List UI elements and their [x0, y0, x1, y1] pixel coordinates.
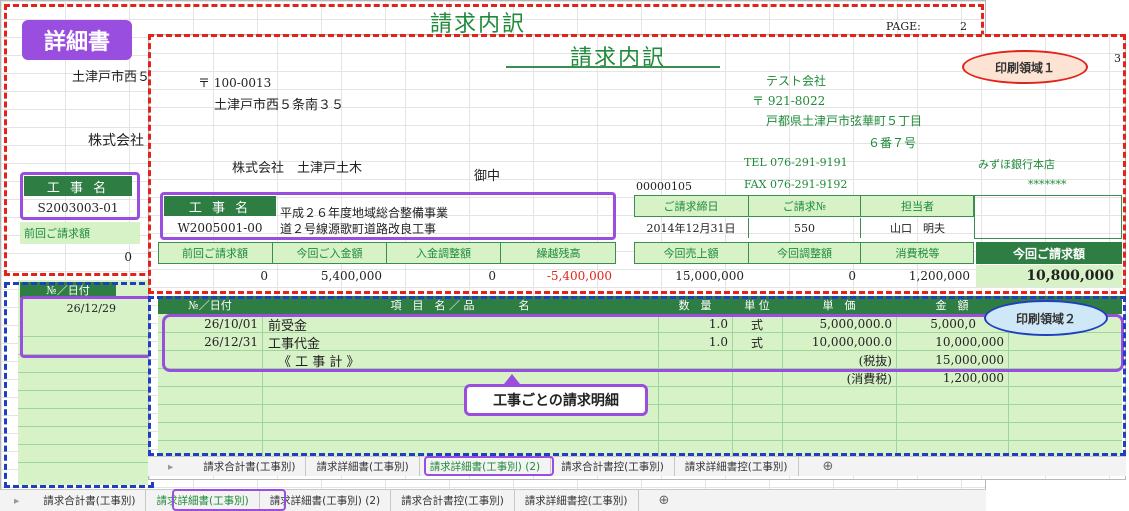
tab-detail[interactable]: 請求詳細書(工事別): [306, 457, 420, 476]
back-tab-summary-copy[interactable]: 請求合計書控(工事別): [391, 490, 515, 511]
front-sheet-tabs: ▸ 請求合計書(工事別) 請求詳細書(工事別) 請求詳細書(工事別) (2) 請…: [148, 456, 1126, 476]
back-sheet-tabs: ▸ 請求合計書(工事別) 請求詳細書(工事別) 請求詳細書(工事別) (2) 請…: [0, 489, 986, 511]
back-tab-summary[interactable]: 請求合計書(工事別): [33, 490, 147, 511]
print-area-2-front: [148, 296, 1126, 456]
chevron-right-icon[interactable]: ▸: [148, 461, 193, 473]
back-tab-detail-copy[interactable]: 請求詳細書控(工事別): [515, 490, 639, 511]
tab-summary-copy[interactable]: 請求合計書控(工事別): [551, 457, 675, 476]
front-tab-highlight: [424, 456, 554, 476]
tab-summary[interactable]: 請求合計書(工事別): [193, 457, 307, 476]
callout-pointer: [504, 374, 520, 384]
chevron-right-icon[interactable]: ▸: [0, 495, 33, 507]
back-tab-highlight: [172, 489, 286, 511]
plus-circle-icon[interactable]: ⊕: [799, 459, 858, 474]
print-area-2-label: 印刷領域２: [984, 300, 1108, 336]
print-area-2-back: [4, 282, 154, 488]
tab-detail-copy[interactable]: 請求詳細書控(工事別): [675, 457, 799, 476]
plus-circle-icon[interactable]: ⊕: [639, 493, 690, 508]
print-area-1-label: 印刷領域１: [962, 50, 1088, 84]
per-job-callout: 工事ごとの請求明細: [464, 384, 648, 416]
detail-label-callout: 詳細書: [22, 20, 132, 60]
